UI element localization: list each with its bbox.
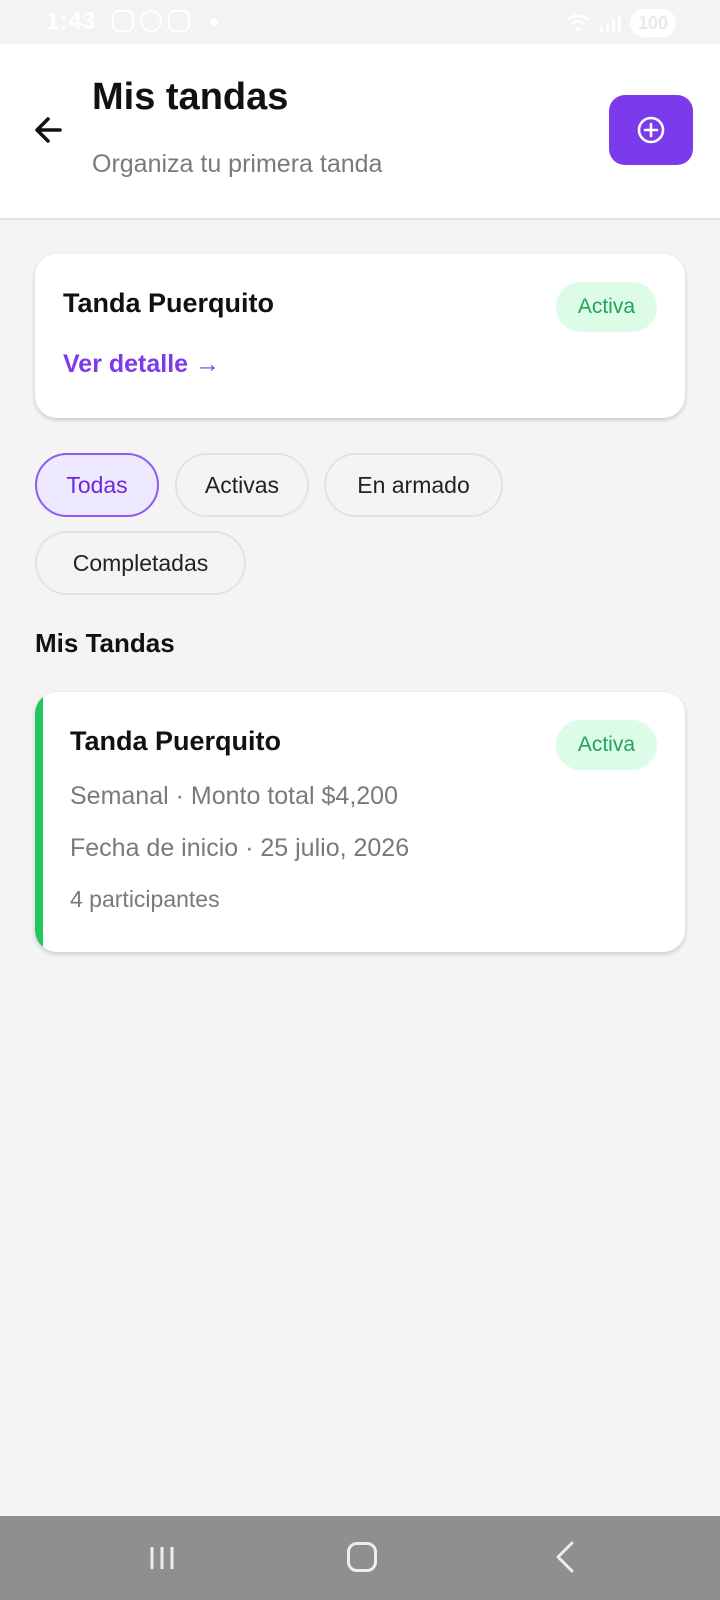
status-badge: Activa [555,720,657,770]
tanda-title: Tanda Puerquito [70,726,282,756]
arrow-left-icon[interactable] [30,110,70,150]
battery-indicator: 100 [630,9,676,37]
tanda-start-date: Fecha de inicio · 25 julio, 2026 [70,834,410,862]
status-bar: 1:43 100 [0,0,720,44]
whatsapp-icon [140,10,162,32]
filter-chip-en-armado[interactable]: En armado [324,453,503,517]
filter-chip-todas[interactable]: Todas [35,453,159,517]
tanda-participants: 4 participantes [70,886,220,912]
featured-tanda-card[interactable]: Tanda Puerquito Activa Ver detalle → [35,254,685,418]
section-title: Mis Tandas [35,628,175,658]
system-nav-bar [0,1516,720,1600]
tanda-frequency-amount: Semanal · Monto total $4,200 [70,782,398,810]
page-title: Mis tandas [92,76,289,118]
chevron-left-icon[interactable] [552,1540,578,1574]
app-header: Mis tandas Organiza tu primera tanda [0,44,720,220]
signal-icon [600,15,621,32]
filter-chip-activas[interactable]: Activas [175,453,309,517]
status-right: 100 [566,9,676,37]
screenshot-icon [112,10,134,32]
status-time: 1:43 [46,8,97,35]
featured-tanda-title: Tanda Puerquito [63,288,275,318]
notification-icons [112,10,190,32]
tanda-card[interactable]: Tanda Puerquito Activa Semanal · Monto t… [35,692,685,952]
view-detail-link[interactable]: Ver detalle → [63,350,220,379]
recents-icon[interactable] [148,1544,176,1572]
filter-chip-completadas[interactable]: Completadas [35,531,246,595]
more-notifications-dot [210,18,218,26]
page-subtitle: Organiza tu primera tanda [92,150,383,178]
status-accent-bar [35,692,43,952]
capcut-icon [168,10,190,32]
wifi-icon [567,14,589,32]
plus-circle-icon [637,116,665,144]
home-icon[interactable] [347,1542,377,1572]
add-tanda-button[interactable] [609,95,693,165]
status-badge: Activa [555,282,657,332]
